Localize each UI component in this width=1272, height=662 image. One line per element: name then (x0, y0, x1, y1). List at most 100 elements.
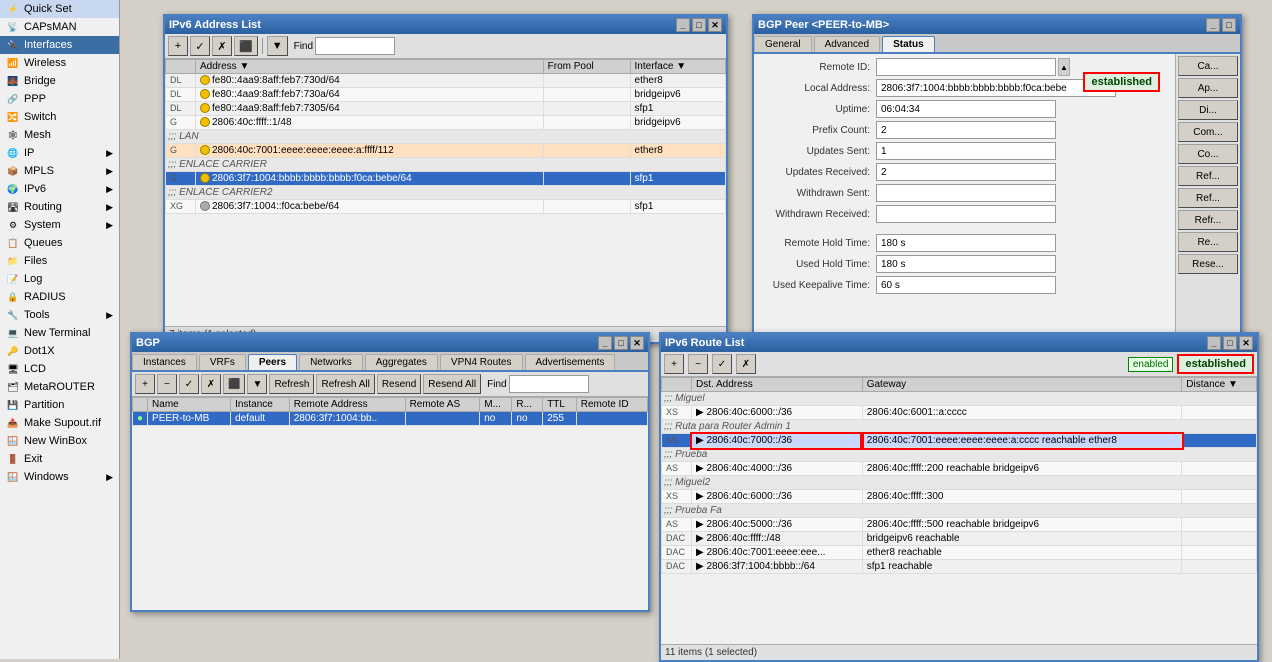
bgp-minimize[interactable]: _ (598, 336, 612, 350)
scroll-up-btn[interactable]: ▲ (1058, 58, 1070, 76)
table-row[interactable]: ;;; Miguel (662, 392, 1257, 406)
route-col-distance[interactable]: Distance ▼ (1182, 378, 1257, 392)
col-from-pool[interactable]: From Pool (543, 60, 630, 74)
sidebar-item-metarouter[interactable]: 🗂 MetaROUTER (0, 378, 119, 396)
sidebar-item-queues[interactable]: 📋 Queues (0, 234, 119, 252)
sidebar-item-make-supout.rif[interactable]: 📤 Make Supout.rif (0, 414, 119, 432)
bgp-close[interactable]: ✕ (630, 336, 644, 350)
table-row[interactable]: G 2806:40c:ffff::1/48 bridgeipv6 (166, 116, 726, 130)
table-row[interactable]: ;;; Miguel2 (662, 476, 1257, 490)
bgp-col-name[interactable]: Name (148, 398, 231, 412)
sidebar-item-new-terminal[interactable]: 💻 New Terminal (0, 324, 119, 342)
tab-advertisements[interactable]: Advertisements (525, 354, 616, 370)
bgp-refresh-button[interactable]: Refresh (269, 374, 314, 394)
table-row[interactable]: AS ▶ 2806:40c:7000::/36 2806:40c:7001:ee… (662, 434, 1257, 448)
bgp-delete-button[interactable]: ✗ (201, 374, 221, 394)
route-minimize[interactable]: _ (1207, 336, 1221, 350)
sidebar-item-ppp[interactable]: 🔗 PPP (0, 90, 119, 108)
bgp-peer-tab-general[interactable]: General (754, 36, 812, 52)
sidebar-item-partition[interactable]: 💾 Partition (0, 396, 119, 414)
bgp-refresh-all-button[interactable]: Refresh All (316, 374, 374, 394)
maximize-button[interactable]: □ (692, 18, 706, 32)
col-flags[interactable] (166, 60, 196, 74)
bgp-col-remote-id[interactable]: Remote ID (576, 398, 647, 412)
sidebar-item-capsman[interactable]: 📡 CAPsMAN (0, 18, 119, 36)
col-address[interactable]: Address ▼ (196, 60, 544, 74)
sidebar-item-tools[interactable]: 🔧 Tools ▶ (0, 306, 119, 324)
sidebar-item-mpls[interactable]: 📦 MPLS ▶ (0, 162, 119, 180)
bgp-col-r[interactable]: R... (512, 398, 543, 412)
table-row[interactable]: ;;; ENLACE CARRIER (166, 158, 726, 172)
bgp-add-button[interactable]: + (135, 374, 155, 394)
bgp-resend-button[interactable]: Resend (377, 374, 421, 394)
table-row[interactable]: DL fe80::4aa9:8aff:feb7:730d/64 ether8 (166, 74, 726, 88)
check-button[interactable]: ✓ (190, 36, 210, 56)
right-btn-1[interactable]: Ap... (1178, 78, 1238, 98)
right-btn-6[interactable]: Ref... (1178, 188, 1238, 208)
sidebar-item-lcd[interactable]: 🖥 LCD (0, 360, 119, 378)
route-delete-button[interactable]: ✗ (736, 354, 756, 374)
sidebar-item-windows[interactable]: 🪟 Windows ▶ (0, 468, 119, 486)
bgp-col-m[interactable]: M... (480, 398, 512, 412)
add-button[interactable]: + (168, 36, 188, 56)
tab-vpn4-routes[interactable]: VPN4 Routes (440, 354, 523, 370)
bgp-col-remote-as[interactable]: Remote AS (405, 398, 480, 412)
table-row[interactable]: DL fe80::4aa9:8aff:feb7:730a/64 bridgeip… (166, 88, 726, 102)
bgp-col-instance[interactable]: Instance (231, 398, 290, 412)
filter-button[interactable]: ▼ (267, 36, 288, 56)
bgp-maximize[interactable]: □ (614, 336, 628, 350)
sidebar-item-log[interactable]: 📝 Log (0, 270, 119, 288)
tab-peers[interactable]: Peers (248, 354, 297, 370)
route-add-button[interactable]: + (664, 354, 684, 374)
table-row[interactable]: AS ▶ 2806:40c:4000::/36 2806:40c:ffff::2… (662, 462, 1257, 476)
route-remove-button[interactable]: − (688, 354, 708, 374)
table-row[interactable]: ;;; ENLACE CARRIER2 (166, 186, 726, 200)
sidebar-item-ipv6[interactable]: 🌍 IPv6 ▶ (0, 180, 119, 198)
right-btn-5[interactable]: Ref... (1178, 166, 1238, 186)
move-button[interactable]: ⬛ (234, 36, 258, 56)
sidebar-item-interfaces[interactable]: 🔌 Interfaces (0, 36, 119, 54)
table-row[interactable]: ;;; Prueba Fa (662, 504, 1257, 518)
ipv6-address-list-titlebar[interactable]: IPv6 Address List _ □ ✕ (165, 16, 726, 34)
table-row[interactable]: XG 2806:3f7:1004::f0ca:bebe/64 sfp1 (166, 200, 726, 214)
table-row[interactable]: ;;; Ruta para Router Admin 1 (662, 420, 1257, 434)
tab-instances[interactable]: Instances (132, 354, 197, 370)
bgp-resend-all-button[interactable]: Resend All (423, 374, 481, 394)
route-col-dst[interactable]: Dst. Address (692, 378, 863, 392)
bgp-peer-tab-status[interactable]: Status (882, 36, 935, 52)
table-row[interactable]: G 2806:40c:7001:eeee:eeee:eeee:a:ffff/11… (166, 144, 726, 158)
sidebar-item-system[interactable]: ⚙ System ▶ (0, 216, 119, 234)
sidebar-item-switch[interactable]: 🔀 Switch (0, 108, 119, 126)
bgp-find-input[interactable] (509, 375, 589, 393)
sidebar-item-dot1x[interactable]: 🔑 Dot1X (0, 342, 119, 360)
table-row[interactable]: DAC ▶ 2806:40c:ffff::/48 bridgeipv6 reac… (662, 532, 1257, 546)
right-btn-9[interactable]: Rese... (1178, 254, 1238, 274)
right-btn-0[interactable]: Ca... (1178, 56, 1238, 76)
bgp-titlebar[interactable]: BGP _ □ ✕ (132, 334, 648, 352)
table-row[interactable]: DAC ▶ 2806:3f7:1004:bbbb::/64 sfp1 reach… (662, 560, 1257, 574)
sidebar-item-files[interactable]: 📁 Files (0, 252, 119, 270)
right-btn-4[interactable]: Co... (1178, 144, 1238, 164)
bgp-peer-maximize[interactable]: □ (1222, 18, 1236, 32)
col-interface[interactable]: Interface ▼ (630, 60, 725, 74)
sidebar-item-routing[interactable]: 🛣 Routing ▶ (0, 198, 119, 216)
table-row[interactable]: ● PEER-to-MB default 2806:3f7:1004:bb.. … (133, 412, 648, 426)
sidebar-item-ip[interactable]: 🌐 IP ▶ (0, 144, 119, 162)
table-row[interactable]: DAC ▶ 2806:40c:7001:eeee:eee... ether8 r… (662, 546, 1257, 560)
right-btn-3[interactable]: Com... (1178, 122, 1238, 142)
bgp-peer-tab-advanced[interactable]: Advanced (814, 36, 880, 52)
minimize-button[interactable]: _ (676, 18, 690, 32)
sidebar-item-mesh[interactable]: 🕸 Mesh (0, 126, 119, 144)
route-col-gateway[interactable]: Gateway (862, 378, 1182, 392)
route-close[interactable]: ✕ (1239, 336, 1253, 350)
bgp-remove-button[interactable]: − (157, 374, 177, 394)
table-row[interactable]: G 2806:3f7:1004:bbbb:bbbb:bbbb:f0ca:bebe… (166, 172, 726, 186)
table-row[interactable]: ;;; Prueba (662, 448, 1257, 462)
sidebar-item-quick-set[interactable]: ⚡ Quick Set (0, 0, 119, 18)
table-row[interactable]: ;;; LAN (166, 130, 726, 144)
tab-networks[interactable]: Networks (299, 354, 363, 370)
right-btn-8[interactable]: Re... (1178, 232, 1238, 252)
close-button[interactable]: ✕ (708, 18, 722, 32)
bgp-col-ttl[interactable]: TTL (543, 398, 577, 412)
table-row[interactable]: XS ▶ 2806:40c:6000::/36 2806:40c:6001::a… (662, 406, 1257, 420)
